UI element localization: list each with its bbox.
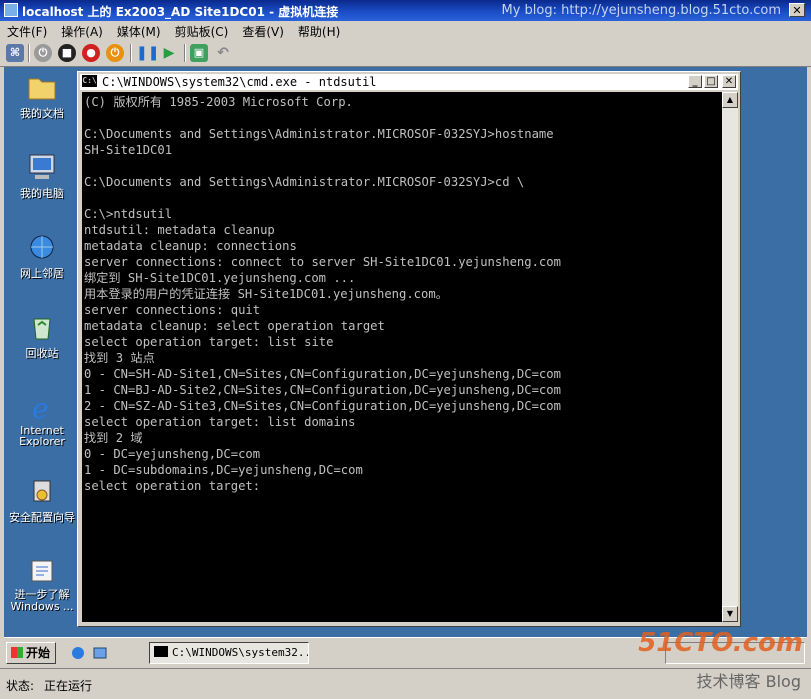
turn-off-icon[interactable]: ■ [58, 44, 76, 62]
menu-media[interactable]: 媒体(M) [110, 21, 168, 40]
console-line: 2 - CN=SZ-AD-Site3,CN=Sites,CN=Configura… [84, 399, 561, 413]
console-line: server connections: quit [84, 303, 261, 317]
desktop-icon-network[interactable]: 网上邻居 [4, 231, 80, 281]
start-button[interactable]: 开始 [6, 642, 56, 664]
console-line: 0 - DC=yejunsheng,DC=com [84, 447, 261, 461]
menu-action[interactable]: 操作(A) [54, 21, 110, 40]
menu-view[interactable]: 查看(V) [235, 21, 291, 40]
desktop-icon-my-computer[interactable]: 我的电脑 [4, 151, 80, 201]
vm-connection-icon [4, 3, 18, 17]
cmd-icon: C:\ [82, 75, 97, 87]
vm-toolbar: ⌘ ⏻ ■ ● ⏻ ❚❚ ▶ ▣ ↶ [0, 40, 811, 67]
cmd-small-icon [154, 646, 168, 657]
cmd-title-text: C:\WINDOWS\system32\cmd.exe - ntdsutil [102, 75, 377, 89]
desktop-icon-learn-windows[interactable]: 进一步了解 Windows ... [4, 555, 80, 613]
menu-clipboard[interactable]: 剪贴板(C) [168, 21, 236, 40]
quicklaunch-ie-icon[interactable] [70, 645, 86, 661]
reset-icon[interactable]: ⏻ [106, 44, 124, 62]
cmd-titlebar[interactable]: C:\ C:\WINDOWS\system32\cmd.exe - ntdsut… [80, 74, 738, 90]
taskbar-item-cmd[interactable]: C:\WINDOWS\system32... [149, 642, 309, 664]
window-close-button[interactable]: ✕ [789, 3, 805, 17]
console-line: (C) 版权所有 1985-2003 Microsoft Corp. [84, 95, 353, 109]
vm-window-titlebar: localhost 上的 Ex2003_AD Site1DC01 - 虚拟机连接… [0, 0, 811, 21]
snapshot-icon[interactable]: ▣ [190, 44, 208, 62]
console-line: select operation target: list site [84, 335, 334, 349]
console-line: 找到 2 域 [84, 431, 143, 445]
console-scrollbar[interactable]: ▲ ▼ [722, 92, 738, 622]
cmd-window[interactable]: C:\ C:\WINDOWS\system32\cmd.exe - ntdsut… [77, 71, 741, 627]
site-watermark: 51CTO.com [638, 628, 803, 658]
computer-icon [26, 151, 58, 183]
desktop-icon-internet-explorer[interactable]: e Internet Explorer [4, 391, 80, 447]
console-line: 0 - CN=SH-AD-Site1,CN=Sites,CN=Configura… [84, 367, 561, 381]
pause-icon[interactable]: ❚❚ [136, 44, 159, 62]
console-line: C:\Documents and Settings\Administrator.… [84, 175, 525, 189]
console-line: C:\Documents and Settings\Administrator.… [84, 127, 554, 141]
status-bar: 状态: 正在运行 [0, 668, 811, 699]
revert-icon[interactable]: ↶ [214, 44, 232, 62]
status-label: 状态: [6, 679, 35, 693]
close-button[interactable]: ✕ [722, 75, 736, 88]
console-line: 1 - DC=subdomains,DC=yejunsheng,DC=com [84, 463, 363, 477]
console-line: ntdsutil: metadata cleanup [84, 223, 275, 237]
security-wizard-icon [26, 475, 58, 507]
blog-watermark: My blog: http://yejunsheng.blog.51cto.co… [501, 3, 781, 18]
ie-icon: e [26, 391, 58, 425]
console-output[interactable]: (C) 版权所有 1985-2003 Microsoft Corp. C:\Doc… [82, 92, 722, 622]
blog-watermark-sub: 技术博客 Blog [696, 672, 801, 691]
recycle-bin-icon [26, 311, 58, 343]
scroll-down-arrow-icon[interactable]: ▼ [722, 606, 738, 622]
desktop-icon-my-documents[interactable]: 我的文档 [4, 71, 80, 121]
console-line: C:\>ntdsutil [84, 207, 173, 221]
menu-bar: 文件(F) 操作(A) 媒体(M) 剪贴板(C) 查看(V) 帮助(H) [0, 21, 811, 40]
menu-file[interactable]: 文件(F) [0, 21, 54, 40]
network-icon [26, 231, 58, 263]
console-line: SH-Site1DC01 [84, 143, 173, 157]
svg-text:e: e [32, 392, 49, 423]
quicklaunch-desktop-icon[interactable] [92, 645, 108, 661]
shutdown-icon[interactable]: ● [82, 44, 100, 62]
windows-flag-icon [11, 647, 23, 658]
window-title: localhost 上的 Ex2003_AD Site1DC01 - 虚拟机连接 [22, 5, 339, 19]
status-value: 正在运行 [44, 679, 93, 693]
console-line: 找到 3 站点 [84, 351, 155, 365]
console-line: metadata cleanup: select operation targe… [84, 319, 385, 333]
console-line: 用本登录的用户的凭证连接 SH-Site1DC01.yejunsheng.com… [84, 287, 448, 301]
console-line: server connections: connect to server SH… [84, 255, 561, 269]
resume-icon[interactable]: ▶ [160, 44, 178, 62]
guest-desktop: 我的文档 我的电脑 网上邻居 回收站 e Internet Explorer 安… [4, 67, 807, 637]
maximize-button[interactable]: □ [704, 75, 718, 88]
console-line: select operation target: list domains [84, 415, 356, 429]
learn-icon [26, 555, 58, 587]
console-line: 1 - CN=BJ-AD-Site2,CN=Sites,CN=Configura… [84, 383, 561, 397]
minimize-button[interactable]: _ [688, 75, 702, 88]
console-line: 绑定到 SH-Site1DC01.yejunsheng.com ... [84, 271, 356, 285]
console-line: metadata cleanup: connections [84, 239, 297, 253]
start-icon[interactable]: ⏻ [34, 44, 52, 62]
desktop-icon-security-wizard[interactable]: 安全配置向导 [4, 475, 80, 525]
ctrl-alt-del-icon[interactable]: ⌘ [6, 44, 24, 62]
scroll-up-arrow-icon[interactable]: ▲ [722, 92, 738, 108]
console-line: select operation target: [84, 479, 261, 493]
menu-help[interactable]: 帮助(H) [291, 21, 347, 40]
folder-icon [26, 71, 58, 103]
desktop-icon-recycle-bin[interactable]: 回收站 [4, 311, 80, 361]
